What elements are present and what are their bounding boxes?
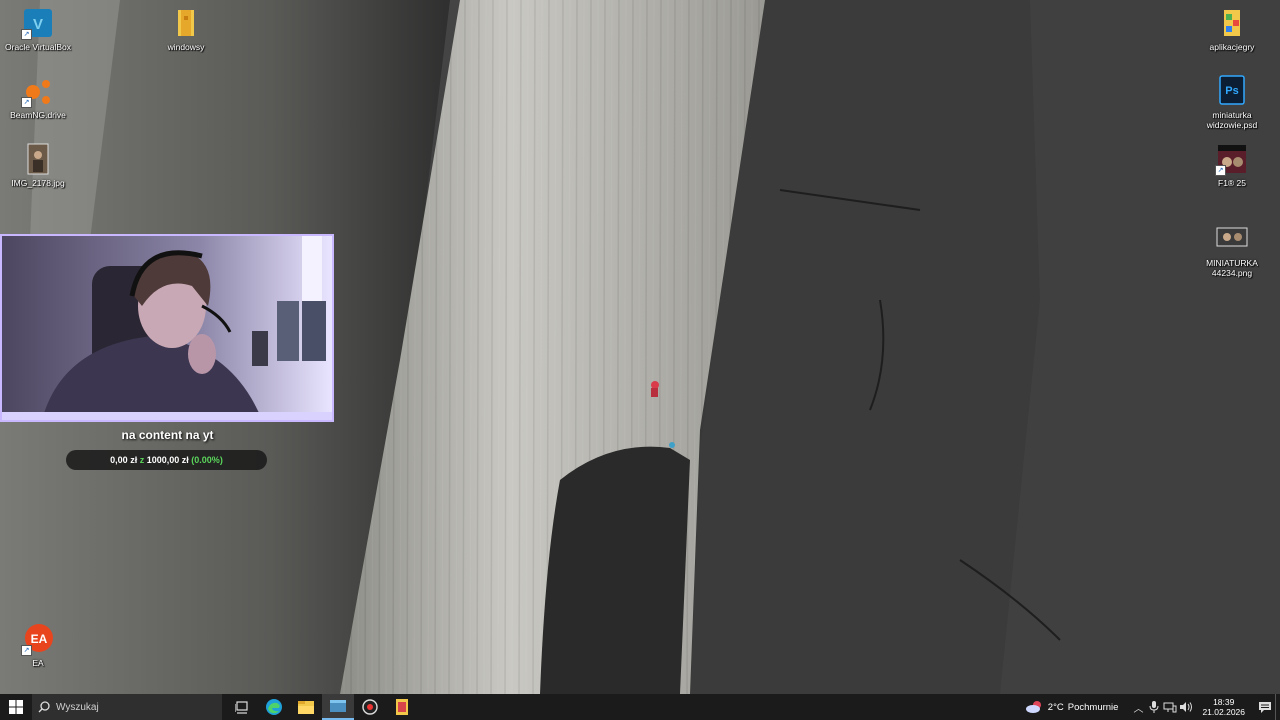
shortcut-arrow-icon: ↗ bbox=[21, 29, 32, 40]
desktop-icon-psd[interactable]: Ps miniaturka widzowie.psd bbox=[1194, 74, 1270, 130]
desktop-icon-aplikacjegry[interactable]: aplikacjegry bbox=[1194, 6, 1270, 52]
record-app-icon bbox=[362, 699, 378, 715]
archive-app-icon bbox=[396, 699, 408, 715]
system-tray: 2°C Pochmurnie ︿ 18:39 21.02.2026 bbox=[1025, 694, 1280, 720]
chevron-up-icon: ︿ bbox=[1133, 703, 1144, 715]
desktop-icon-f1[interactable]: ↗ F1® 25 bbox=[1194, 142, 1270, 188]
svg-text:V: V bbox=[33, 16, 43, 33]
taskbar-app-winrar[interactable] bbox=[386, 694, 418, 720]
volume-button[interactable] bbox=[1178, 701, 1194, 713]
photoshop-file-icon: Ps bbox=[1215, 74, 1249, 108]
task-view-icon bbox=[235, 701, 248, 714]
taskbar-app-edge[interactable] bbox=[258, 694, 290, 720]
search-placeholder: Wyszukaj bbox=[56, 701, 99, 713]
taskbar-app-obs[interactable] bbox=[322, 694, 354, 720]
notification-icon bbox=[1259, 701, 1271, 713]
weather-widget[interactable]: 2°C Pochmurnie bbox=[1025, 700, 1119, 714]
shortcut-arrow-icon: ↗ bbox=[21, 645, 32, 656]
desktop-icon-label: BeamNG.drive bbox=[10, 110, 66, 120]
goal-percent: (0.00%) bbox=[191, 455, 223, 465]
search-icon bbox=[38, 701, 50, 713]
image-thumbnail-icon bbox=[21, 142, 55, 176]
clock[interactable]: 18:39 21.02.2026 bbox=[1202, 697, 1245, 717]
taskbar-app-file-explorer[interactable] bbox=[290, 694, 322, 720]
windows-logo-icon bbox=[9, 700, 23, 714]
goal-progress-text: 0,00 zł z 1000,00 zł (0.00%) bbox=[66, 450, 267, 470]
desktop-icon-label: EA bbox=[32, 658, 44, 668]
shortcut-arrow-icon: ↗ bbox=[1215, 165, 1226, 176]
speaker-icon bbox=[1180, 702, 1193, 712]
start-button[interactable] bbox=[0, 694, 32, 720]
goal-current: 0,00 zł bbox=[110, 455, 138, 465]
show-desktop-button[interactable] bbox=[1275, 694, 1280, 720]
donation-goal-bar: 0,00 zł z 1000,00 zł (0.00%) bbox=[66, 450, 267, 470]
clock-time: 18:39 bbox=[1213, 697, 1235, 707]
beamng-icon: ↗ bbox=[21, 74, 55, 108]
ea-icon: EA ↗ bbox=[21, 622, 55, 656]
folder-icon bbox=[169, 6, 203, 40]
clock-date: 21.02.2026 bbox=[1202, 707, 1245, 717]
svg-text:EA: EA bbox=[31, 632, 48, 646]
folder-icon bbox=[1215, 6, 1249, 40]
weather-description: Pochmurnie bbox=[1067, 701, 1119, 713]
network-button[interactable] bbox=[1162, 701, 1178, 713]
tray-overflow-button[interactable]: ︿ bbox=[1130, 700, 1146, 715]
taskbar: Wyszukaj 2°C Pochmurnie ︿ 18:39 21.02.20… bbox=[0, 694, 1280, 720]
desktop-icon-windowsy[interactable]: windowsy bbox=[148, 6, 224, 52]
task-view-button[interactable] bbox=[226, 694, 258, 720]
desktop-icon-label: MINIATURKA 44234.png bbox=[1206, 258, 1258, 278]
notification-center-button[interactable] bbox=[1255, 701, 1275, 714]
app-window-icon bbox=[330, 700, 346, 712]
desktop-icon-label: Oracle VirtualBox bbox=[5, 42, 71, 52]
desktop-icon-label: aplikacjegry bbox=[1209, 42, 1255, 52]
desktop-icon-label: windowsy bbox=[167, 42, 205, 52]
network-icon bbox=[1163, 702, 1177, 713]
shortcut-arrow-icon: ↗ bbox=[21, 97, 32, 108]
desktop-icon-label: IMG_2178.jpg bbox=[11, 178, 65, 188]
desktop-icon-miniaturka-png[interactable]: MINIATURKA 44234.png bbox=[1194, 222, 1270, 278]
search-box[interactable]: Wyszukaj bbox=[32, 694, 222, 720]
edge-browser-icon bbox=[266, 699, 282, 715]
goal-separator: z bbox=[139, 455, 145, 465]
image-thumbnail-icon bbox=[1215, 222, 1249, 256]
taskbar-app-recorder[interactable] bbox=[354, 694, 386, 720]
webcam-overlay bbox=[0, 234, 334, 422]
cloud-weather-icon bbox=[1025, 701, 1041, 713]
weather-temperature: 2°C bbox=[1047, 701, 1064, 713]
desktop-icon-label: F1® 25 bbox=[1218, 178, 1246, 188]
file-explorer-icon bbox=[298, 701, 314, 714]
desktop-icon-virtualbox[interactable]: V ↗ Oracle VirtualBox bbox=[0, 6, 76, 52]
f1-game-icon: ↗ bbox=[1215, 142, 1249, 176]
desktop-icon-label: miniaturka widzowie.psd bbox=[1206, 110, 1258, 130]
goal-target: 1000,00 zł bbox=[146, 455, 189, 465]
microphone-button[interactable] bbox=[1146, 701, 1162, 713]
virtualbox-icon: V ↗ bbox=[21, 6, 55, 40]
microphone-icon bbox=[1149, 701, 1159, 713]
svg-text:Ps: Ps bbox=[1225, 85, 1238, 97]
desktop-icon-ea[interactable]: EA ↗ EA bbox=[0, 622, 76, 668]
goal-title: na content na yt bbox=[121, 428, 214, 442]
desktop-icon-beamng[interactable]: ↗ BeamNG.drive bbox=[0, 74, 76, 120]
desktop-icon-img[interactable]: IMG_2178.jpg bbox=[0, 142, 76, 188]
